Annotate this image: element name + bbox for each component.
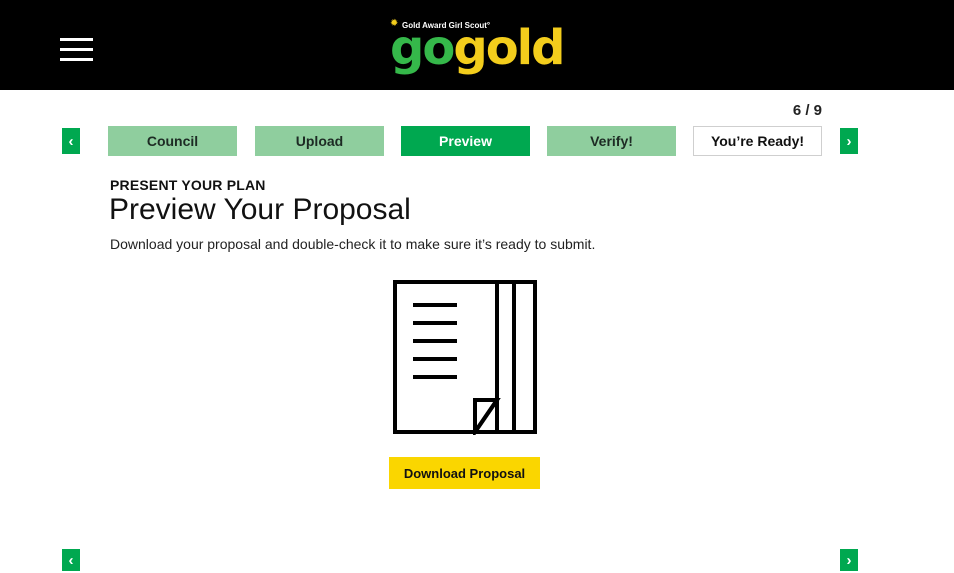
step-upload[interactable]: Upload [255, 126, 384, 156]
logo-word-gold: gold [453, 20, 565, 76]
page-title: Preview Your Proposal [109, 193, 411, 226]
document-icon [393, 280, 537, 435]
download-proposal-button[interactable]: Download Proposal [389, 457, 540, 489]
hamburger-menu-icon[interactable] [60, 38, 93, 62]
step-verify[interactable]: Verify! [547, 126, 676, 156]
section-kicker: PRESENT YOUR PLAN [110, 177, 266, 193]
logo-word-go: go [390, 20, 455, 76]
chevron-right-icon[interactable]: › [840, 549, 858, 571]
chevron-right-icon[interactable]: › [840, 128, 858, 154]
gogold-logo[interactable]: ✹ Gold Award Girl Scout° gogold [390, 18, 566, 78]
top-navigation-bar: ✹ Gold Award Girl Scout° gogold [0, 0, 954, 90]
logo-wordmark: gogold [390, 20, 566, 76]
step-preview[interactable]: Preview [401, 126, 530, 156]
chevron-left-icon[interactable]: ‹ [62, 128, 80, 154]
step-youre-ready[interactable]: You’re Ready! [693, 126, 822, 156]
step-counter: 6 / 9 [792, 102, 822, 119]
page-description: Download your proposal and double-check … [110, 236, 596, 252]
chevron-left-icon[interactable]: ‹ [62, 549, 80, 571]
step-council[interactable]: Council [108, 126, 237, 156]
